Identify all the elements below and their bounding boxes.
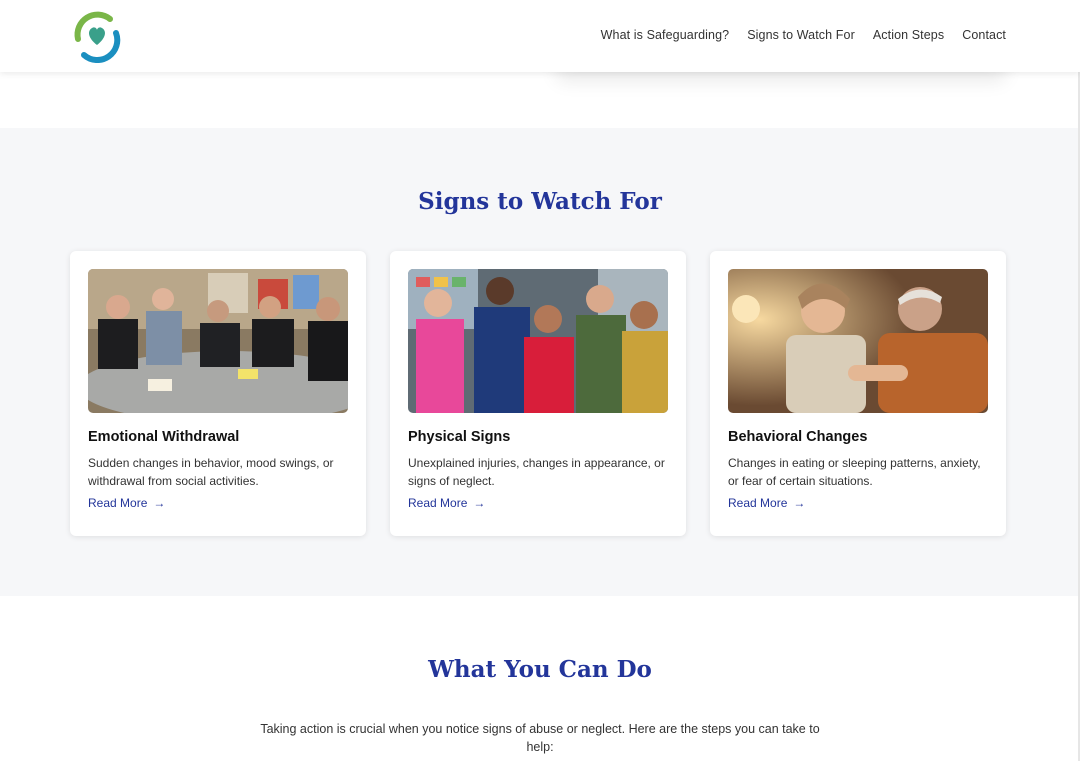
arrow-right-icon: → <box>153 496 166 510</box>
section-intro: Taking action is crucial when you notice… <box>260 722 820 754</box>
card-image-group <box>408 269 668 413</box>
nav-action-steps[interactable]: Action Steps <box>873 28 944 42</box>
card-image-caregiver <box>728 269 988 413</box>
logo-icon[interactable] <box>70 9 124 64</box>
nav-signs-to-watch-for[interactable]: Signs to Watch For <box>747 28 855 42</box>
section-title: Signs to Watch For <box>418 188 662 215</box>
section-title: What You Can Do <box>428 656 652 683</box>
card-description: Sudden changes in behavior, mood swings,… <box>88 456 334 488</box>
card-image-meeting <box>88 269 348 413</box>
card-title: Emotional Withdrawal <box>88 429 240 445</box>
card-description: Changes in eating or sleeping patterns, … <box>728 456 981 488</box>
read-more-label: Read More <box>728 496 788 510</box>
arrow-right-icon: → <box>793 496 806 510</box>
arrow-right-icon: → <box>473 496 486 510</box>
nav-contact[interactable]: Contact <box>962 28 1006 42</box>
read-more-link[interactable]: Read More → <box>728 496 805 510</box>
signs-section: Signs to Watch For Emotional Withdrawal … <box>0 128 1080 596</box>
what-you-can-do-section: What You Can Do Taking action is crucial… <box>0 596 1080 761</box>
read-more-label: Read More <box>88 496 148 510</box>
read-more-link[interactable]: Read More → <box>408 496 485 510</box>
read-more-label: Read More <box>408 496 468 510</box>
read-more-link[interactable]: Read More → <box>88 496 165 510</box>
card-title: Physical Signs <box>408 429 511 445</box>
sign-card-emotional: Emotional Withdrawal Sudden changes in b… <box>70 251 366 536</box>
card-title: Behavioral Changes <box>728 429 868 445</box>
sign-card-behavioral: Behavioral Changes Changes in eating or … <box>710 251 1006 536</box>
site-header: What is Safeguarding? Signs to Watch For… <box>0 0 1080 72</box>
sign-card-physical: Physical Signs Unexplained injuries, cha… <box>390 251 686 536</box>
hero-bottom-strip <box>0 72 1080 128</box>
nav-what-is-safeguarding[interactable]: What is Safeguarding? <box>601 28 730 42</box>
main-nav: What is Safeguarding? Signs to Watch For… <box>601 28 1006 42</box>
card-description: Unexplained injuries, changes in appeara… <box>408 456 665 488</box>
